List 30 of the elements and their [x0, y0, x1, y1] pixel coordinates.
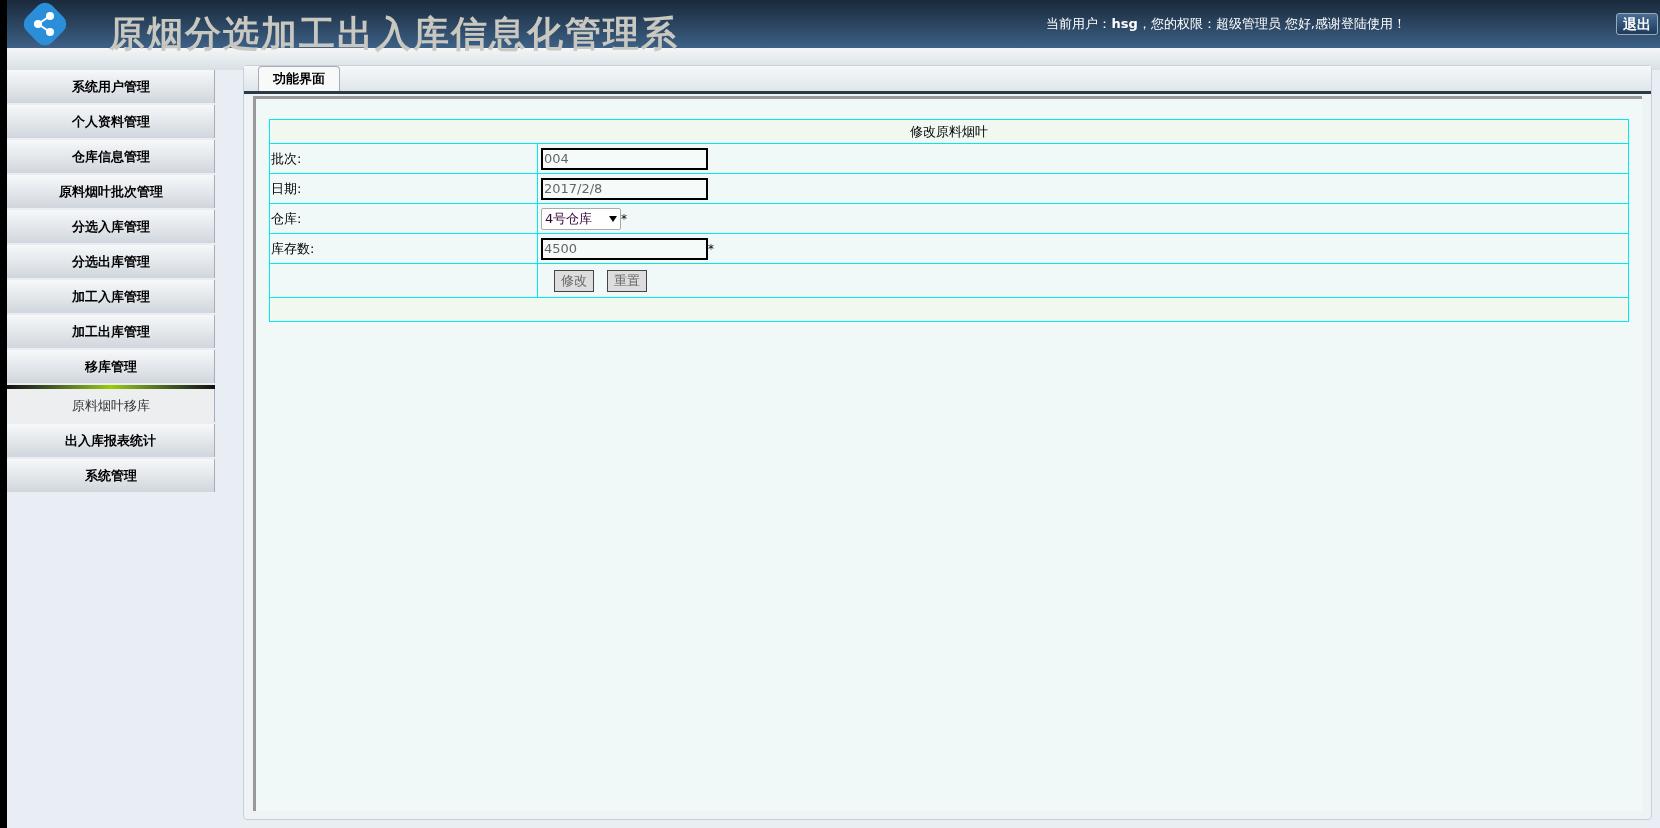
- user-greeting: 当前用户：hsg，您的权限：超级管理员 您好,感谢登陆使用！: [1046, 15, 1406, 34]
- field-label: 库存数:: [269, 233, 538, 264]
- sidebar-item[interactable]: 个人资料管理: [7, 105, 215, 138]
- required-mark: *: [621, 210, 627, 228]
- form-button[interactable]: 修改: [554, 269, 594, 292]
- app-title: 原烟分选加工出入库信息化管理系: [109, 12, 679, 56]
- sidebar-item[interactable]: 加工入库管理: [7, 280, 215, 313]
- sidebar-item[interactable]: 原料烟叶批次管理: [7, 175, 215, 208]
- field-label: 仓库:: [269, 203, 538, 234]
- sidebar-item[interactable]: 仓库信息管理: [7, 140, 215, 173]
- text-field[interactable]: 004: [541, 147, 708, 170]
- required-mark: *: [708, 240, 714, 258]
- warehouse-select[interactable]: 4号仓库: [541, 207, 621, 230]
- form-title: 修改原料烟叶: [269, 119, 1629, 144]
- field-label: 批次:: [269, 143, 538, 174]
- tab[interactable]: 功能界面: [258, 66, 340, 91]
- text-field[interactable]: 4500: [541, 237, 708, 260]
- form-button[interactable]: 重置: [607, 269, 647, 292]
- dropdown-arrow-icon: [609, 214, 617, 223]
- logout-button[interactable]: 退出: [1616, 13, 1658, 35]
- sidebar-item[interactable]: 系统管理: [7, 459, 215, 492]
- sidebar-subitem[interactable]: 原料烟叶移库: [7, 389, 215, 422]
- text-field[interactable]: 2017/2/8: [541, 177, 708, 200]
- sidebar-item[interactable]: 系统用户管理: [7, 70, 215, 103]
- sidebar-item[interactable]: 出入库报表统计: [7, 424, 215, 457]
- sidebar-item[interactable]: 加工出库管理: [7, 315, 215, 348]
- sidebar-item[interactable]: 移库管理: [7, 350, 215, 383]
- sidebar-item[interactable]: 分选入库管理: [7, 210, 215, 243]
- sidebar-item[interactable]: 分选出库管理: [7, 245, 215, 278]
- field-label: 日期:: [269, 173, 538, 204]
